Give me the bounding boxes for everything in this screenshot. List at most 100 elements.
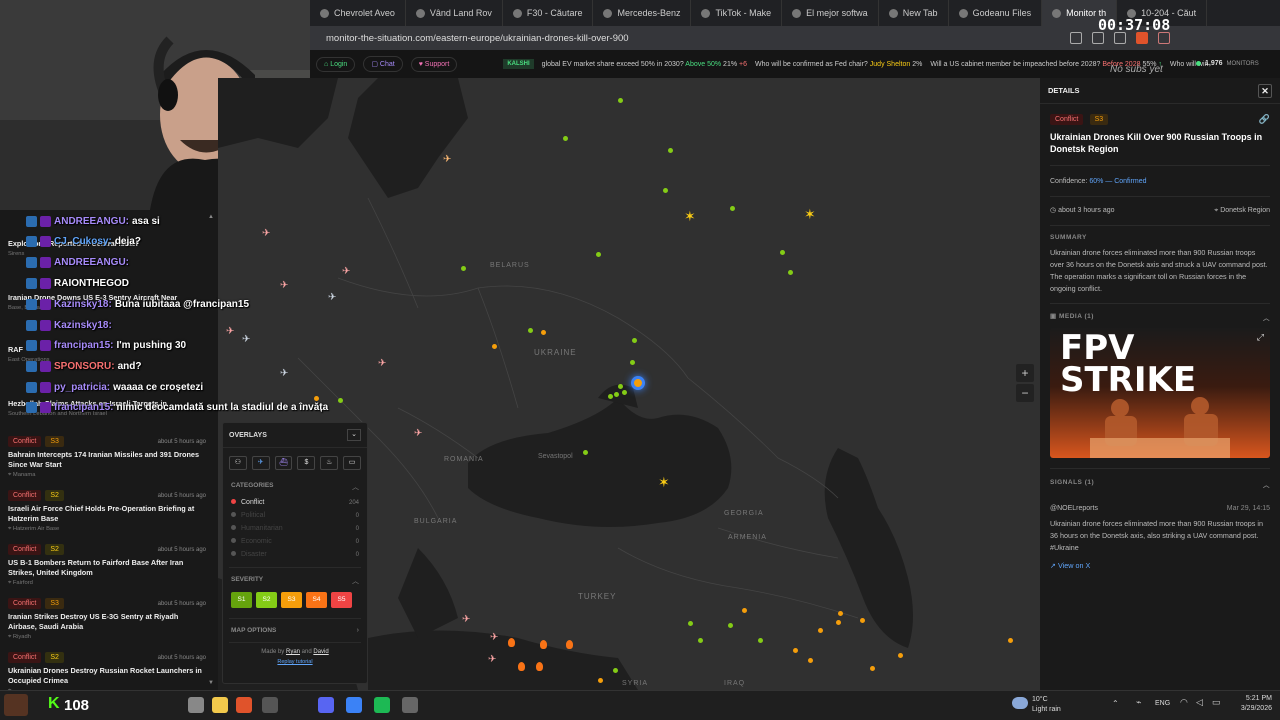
categories-header[interactable]: CATEGORIES ︿	[223, 478, 367, 496]
chevron-up-icon[interactable]: ⌃	[1112, 699, 1119, 708]
strike-icon[interactable]	[540, 640, 547, 649]
aircraft-icon[interactable]: ✈	[262, 228, 270, 239]
zoom-in-button[interactable]: +	[1016, 364, 1034, 382]
browser-tab[interactable]: New Tab	[879, 0, 949, 26]
credit-ryan-link[interactable]: Ryan	[286, 649, 300, 655]
map-event-marker[interactable]	[793, 648, 798, 653]
map-event-marker[interactable]	[563, 136, 568, 141]
obs-icon[interactable]	[262, 697, 278, 713]
chat-username[interactable]: Kazinsky18:	[54, 320, 112, 331]
credit-david-link[interactable]: David	[313, 649, 328, 655]
category-toggle[interactable]: Political 0	[223, 509, 367, 522]
brave-browser-icon[interactable]	[236, 697, 252, 713]
view-on-x-link[interactable]: ↗ View on X	[1040, 560, 1280, 572]
map-event-marker[interactable]	[630, 360, 635, 365]
conflict-star-icon[interactable]: ✶	[804, 206, 816, 223]
browser-tab[interactable]: F30 - Căutare	[503, 0, 594, 26]
map-event-marker[interactable]	[780, 250, 785, 255]
category-toggle[interactable]: Disaster 0	[223, 548, 367, 561]
strike-icon[interactable]	[566, 640, 573, 649]
map-event-marker[interactable]	[728, 623, 733, 628]
chat-username[interactable]: francipan15:	[54, 402, 113, 413]
aircraft-icon[interactable]: ✈	[328, 292, 336, 303]
map-event-marker[interactable]	[614, 392, 619, 397]
windows-search-icon[interactable]	[188, 697, 204, 713]
aircraft-icon[interactable]: ✈	[488, 654, 496, 665]
camera-icon[interactable]: ▭	[343, 456, 361, 470]
map-event-marker[interactable]	[461, 266, 466, 271]
aircraft-icon[interactable]: ✈	[280, 280, 288, 291]
chat-button[interactable]: ▢ Chat	[363, 56, 403, 72]
taskbar-clock[interactable]: 5:21 PM 3/29/2026	[1228, 694, 1272, 714]
map-event-marker[interactable]	[528, 328, 533, 333]
ship-icon[interactable]: ⛴	[274, 456, 293, 470]
map-event-marker[interactable]	[492, 344, 497, 349]
category-toggle[interactable]: Conflict 204	[223, 496, 367, 509]
aircraft-icon[interactable]: ✈	[443, 154, 451, 165]
severity-filter-button[interactable]: S4	[306, 592, 327, 608]
media-thumbnail[interactable]: FPV STRIKE ⤢	[1050, 328, 1270, 458]
chevron-up-icon[interactable]: ︿	[352, 482, 359, 492]
media-section-header[interactable]: ▣ MEDIA (1) ︿	[1040, 312, 1280, 322]
fire-icon[interactable]: ♨	[320, 456, 339, 470]
strike-icon[interactable]	[508, 638, 515, 647]
map-event-marker[interactable]	[622, 390, 627, 395]
browser-tab[interactable]: Mercedes-Benz	[593, 0, 692, 26]
chat-username[interactable]: Kazinsky18:	[54, 299, 112, 310]
map-event-marker[interactable]	[618, 98, 623, 103]
signal-source[interactable]: @NOELreports	[1050, 503, 1098, 515]
battery-icon[interactable]: ▭	[1212, 697, 1221, 708]
map-event-marker[interactable]	[314, 396, 319, 401]
scroll-up-icon[interactable]: ▲	[208, 214, 214, 220]
chat-username[interactable]: RAIONTHEGOD	[54, 278, 129, 289]
feed-item[interactable]: Conflict S2 about 5 hours ago Israeli Air F…	[8, 490, 206, 533]
map-event-marker[interactable]	[860, 618, 865, 623]
url-text[interactable]: monitor-the-situation.com/eastern-europe…	[326, 33, 1070, 44]
map-event-marker[interactable]	[338, 398, 343, 403]
github-icon[interactable]	[402, 697, 418, 713]
language-indicator[interactable]: ENG	[1155, 700, 1170, 707]
link-icon[interactable]: 🔗	[1259, 114, 1270, 125]
network-icon[interactable]: ⌁	[1136, 697, 1141, 708]
map-event-marker[interactable]	[668, 148, 673, 153]
map-event-marker[interactable]	[1008, 638, 1013, 643]
aircraft-icon[interactable]: ✈	[242, 334, 250, 345]
aircraft-icon[interactable]: ✈	[462, 614, 470, 625]
browser-tab[interactable]: Vând Land Rov	[406, 0, 503, 26]
map-event-marker[interactable]	[613, 668, 618, 673]
map-event-marker[interactable]	[730, 206, 735, 211]
browser-tab[interactable]: Chevrolet Aveo	[310, 0, 406, 26]
market-ticker-2[interactable]: Who will be confirmed as Fed chair? Judy…	[755, 61, 922, 68]
login-button[interactable]: ⌂ Login	[316, 56, 356, 72]
zoom-out-button[interactable]: −	[1016, 384, 1034, 402]
close-details-button[interactable]: ✕	[1258, 83, 1272, 98]
map-event-marker[interactable]	[596, 252, 601, 257]
dollar-icon[interactable]: $	[297, 456, 316, 470]
people-icon[interactable]: ⚇	[229, 456, 247, 470]
scroll-down-icon[interactable]: ▼	[208, 680, 214, 686]
chat-username[interactable]: py_patricia:	[54, 382, 110, 393]
chevron-up-icon[interactable]: ︿	[352, 576, 359, 586]
chevron-up-icon[interactable]: ︿	[1263, 479, 1270, 489]
chat-username[interactable]: ANDREEANGU:	[54, 216, 129, 227]
file-explorer-icon[interactable]	[212, 697, 228, 713]
map-event-marker[interactable]	[808, 658, 813, 663]
expand-icon[interactable]: ⤢	[1257, 332, 1264, 343]
browser-tab[interactable]: El mejor softwa	[782, 0, 879, 26]
browser-tab[interactable]: TikTok - Make	[691, 0, 783, 26]
map-event-marker[interactable]	[583, 450, 588, 455]
cast-icon[interactable]	[1070, 32, 1082, 44]
signals-section-header[interactable]: SIGNALS (1) ︿	[1040, 479, 1280, 489]
map-event-marker[interactable]	[632, 338, 637, 343]
strike-icon[interactable]	[518, 662, 525, 671]
map-event-marker[interactable]	[898, 653, 903, 658]
aircraft-icon[interactable]: ✈	[490, 632, 498, 643]
conflict-star-icon[interactable]: ✶	[684, 208, 696, 225]
replay-tutorial-link[interactable]: Replay tutorial	[223, 659, 367, 665]
overlays-header[interactable]: OVERLAYS ⌄	[223, 423, 367, 448]
feed-item[interactable]: Conflict S3 about 5 hours ago Bahrain Inter…	[8, 436, 206, 479]
map-event-marker[interactable]	[788, 270, 793, 275]
map-event-marker[interactable]	[818, 628, 823, 633]
aircraft-icon[interactable]: ✈	[342, 266, 350, 277]
strike-icon[interactable]	[536, 662, 543, 671]
